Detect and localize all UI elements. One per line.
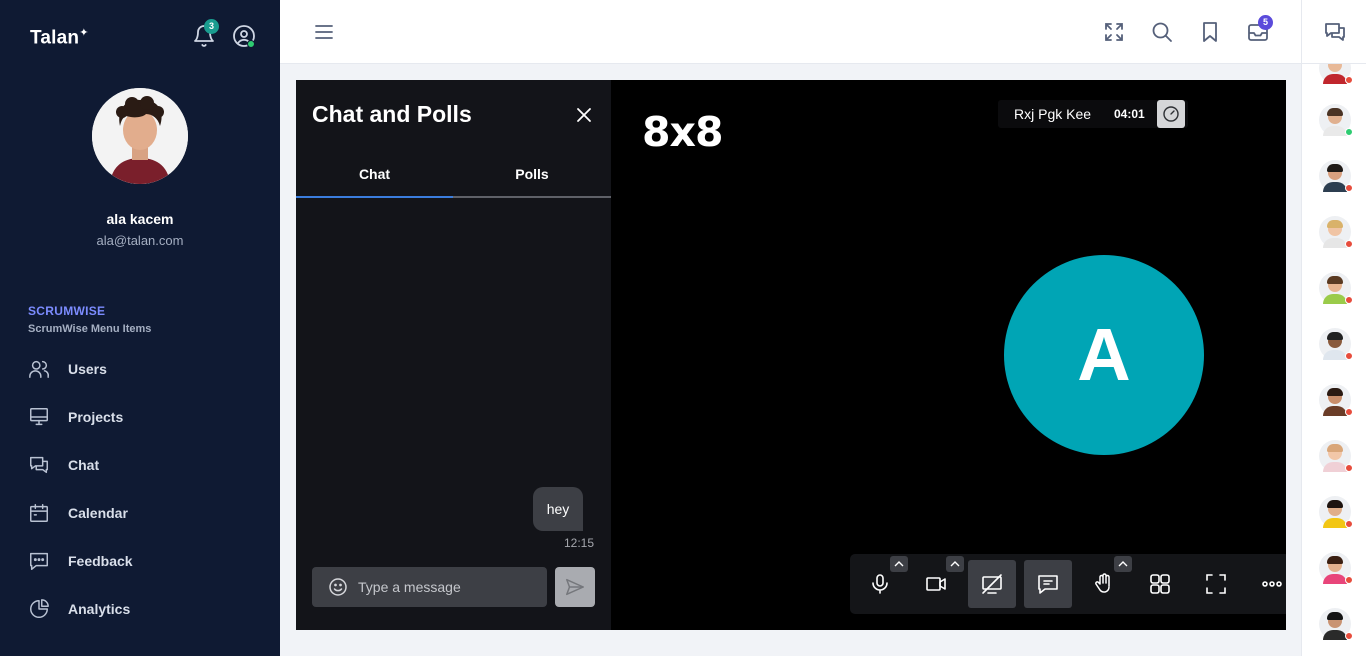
chat-icon — [1038, 575, 1058, 594]
chevron-up-icon — [950, 561, 960, 567]
status-dot — [1345, 632, 1353, 640]
chevron-up-icon — [1118, 561, 1128, 567]
status-dot — [1345, 576, 1353, 584]
participant-avatar[interactable]: A — [1004, 255, 1204, 455]
notification-badge: 3 — [204, 19, 219, 34]
message-time: 12:15 — [564, 536, 595, 550]
chat-toggle-button[interactable] — [1024, 560, 1072, 608]
users-icon — [29, 360, 49, 378]
camera-options-caret[interactable] — [946, 556, 964, 572]
contact-avatar[interactable] — [1319, 552, 1353, 584]
contact-avatar[interactable] — [1319, 440, 1353, 472]
sidebar-item-users[interactable]: Users — [28, 353, 258, 385]
monitor-icon — [30, 408, 48, 426]
profile-name: ala kacem — [106, 211, 174, 227]
message-bubble: hey — [533, 487, 583, 531]
sidebar-item-calendar[interactable]: Calendar — [28, 497, 258, 529]
tab-polls[interactable]: Polls — [453, 156, 611, 198]
pie-chart-icon — [30, 599, 49, 618]
sidebar-item-label: Analytics — [68, 601, 131, 617]
status-dot — [1345, 296, 1353, 304]
sidebar-item-analytics[interactable]: Analytics — [28, 593, 258, 625]
sidebar-item-label: Chat — [68, 457, 100, 473]
more-options-button[interactable] — [1248, 560, 1286, 608]
online-status-dot — [247, 40, 255, 48]
status-dot — [1345, 408, 1353, 416]
microphone-options-caret[interactable] — [890, 556, 908, 572]
menu-icon[interactable] — [312, 20, 336, 44]
chat-icon — [30, 456, 48, 474]
camera-icon — [926, 577, 946, 591]
connection-quality-icon[interactable] — [1157, 100, 1185, 128]
chat-panel: Chat and Polls Chat Polls hey 12:15 — [296, 80, 611, 630]
microphone-icon — [872, 574, 888, 594]
brand-name: Talan — [30, 27, 80, 49]
raise-hand-icon — [1095, 573, 1110, 593]
contact-avatar[interactable] — [1319, 384, 1353, 416]
sidebar-item-label: Calendar — [68, 505, 128, 521]
room-name: Rxj Pgk Kee — [1014, 106, 1092, 122]
contact-avatar[interactable] — [1319, 608, 1353, 640]
status-dot — [1345, 76, 1353, 84]
fullscreen-button[interactable] — [1192, 560, 1240, 608]
meeting-logo: 8x8 — [642, 108, 724, 156]
chat-icon[interactable] — [1323, 20, 1347, 44]
contact-avatar[interactable] — [1319, 160, 1353, 192]
status-dot — [1345, 240, 1353, 248]
message-input-box — [312, 567, 547, 607]
search-icon[interactable] — [1150, 20, 1174, 44]
screen-share-button[interactable] — [968, 560, 1016, 608]
chevron-up-icon — [894, 561, 904, 567]
tab-chat[interactable]: Chat — [296, 156, 453, 198]
status-dot — [1345, 352, 1353, 360]
feedback-icon — [30, 552, 48, 570]
screen-share-icon — [982, 574, 1002, 594]
sidebar-item-label: Projects — [68, 409, 124, 425]
contact-avatar[interactable] — [1319, 328, 1353, 360]
calendar-icon — [30, 504, 48, 522]
fullscreen-icon — [1206, 574, 1226, 594]
contact-avatar[interactable] — [1319, 272, 1353, 304]
status-dot — [1345, 128, 1353, 136]
contact-avatar[interactable] — [1319, 496, 1353, 528]
section-title: SCRUMWISE — [28, 304, 106, 318]
contacts-rail — [1301, 0, 1366, 656]
inbox-badge: 5 — [1258, 15, 1273, 30]
sidebar: Talan✦ 3 ala kacem ala@talan.com SCRUMWI… — [0, 0, 280, 656]
emoji-icon[interactable] — [328, 577, 348, 597]
sidebar-item-label: Feedback — [68, 553, 133, 569]
meeting-timer: 04:01 — [1114, 107, 1145, 121]
brand-mark: ✦ — [79, 27, 89, 39]
brand-logo[interactable]: Talan✦ — [30, 26, 89, 49]
status-dot — [1345, 520, 1353, 528]
sidebar-item-projects[interactable]: Projects — [28, 401, 258, 433]
rail-header — [1302, 0, 1366, 64]
section-subtitle: ScrumWise Menu Items — [28, 323, 152, 335]
sidebar-item-feedback[interactable]: Feedback — [28, 545, 258, 577]
profile-avatar[interactable] — [92, 88, 188, 184]
video-meeting: Chat and Polls Chat Polls hey 12:15 8x8 … — [296, 80, 1286, 630]
message-input[interactable] — [358, 567, 538, 607]
tile-view-icon — [1150, 574, 1170, 594]
profile-email: ala@talan.com — [96, 233, 184, 248]
fullscreen-icon[interactable] — [1102, 20, 1126, 44]
sidebar-item-label: Users — [68, 361, 107, 377]
send-button[interactable] — [555, 567, 595, 607]
contact-avatar[interactable] — [1319, 104, 1353, 136]
meeting-toolbar — [850, 554, 1286, 614]
contact-avatar[interactable] — [1319, 216, 1353, 248]
more-icon — [1262, 581, 1282, 587]
sidebar-item-chat[interactable]: Chat — [28, 449, 258, 481]
top-bar: 5 — [280, 0, 1301, 64]
send-icon — [566, 578, 584, 596]
status-dot — [1345, 464, 1353, 472]
bookmark-icon[interactable] — [1198, 20, 1222, 44]
chat-panel-title: Chat and Polls — [312, 101, 472, 127]
status-dot — [1345, 184, 1353, 192]
tile-view-button[interactable] — [1136, 560, 1184, 608]
close-icon[interactable] — [574, 105, 594, 125]
reactions-caret[interactable] — [1114, 556, 1132, 572]
